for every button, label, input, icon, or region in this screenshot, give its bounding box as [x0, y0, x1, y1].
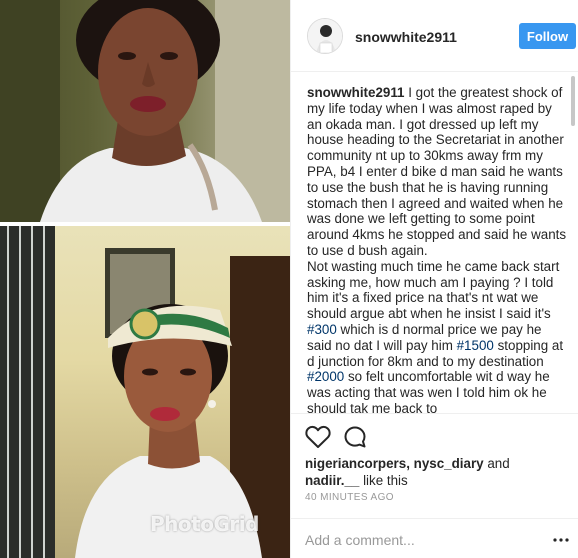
post-author-username[interactable]: snowwhite2911 — [355, 29, 457, 45]
likes-like-this-text: like this — [359, 473, 408, 488]
caption-text-5: so felt uncomfortable wit d way he was a… — [307, 369, 550, 413]
likes-summary: nigeriancorpers, nysc_diary and nadiir._… — [305, 455, 567, 489]
post-panel: snowwhite2911 Follow snowwhite2911 I got… — [290, 0, 578, 558]
ellipsis-icon[interactable] — [553, 533, 569, 547]
portrait-illustration-top — [0, 0, 290, 222]
photo-bottom-selfie — [0, 226, 290, 558]
follow-button[interactable]: Follow — [519, 23, 576, 49]
portrait-illustration-bottom — [0, 226, 290, 558]
heart-outline-icon[interactable] — [305, 425, 331, 449]
hashtag-300[interactable]: #300 — [307, 322, 337, 337]
caption-text-1: I got the greatest shock of my life toda… — [307, 85, 567, 258]
comment-input[interactable] — [305, 530, 555, 550]
caption-area: snowwhite2911 I got the greatest shock o… — [291, 73, 578, 413]
hashtag-1500[interactable]: #1500 — [457, 338, 494, 353]
liked-by-other-user[interactable]: nadiir.__ — [305, 473, 359, 488]
caption-scroll-thumb[interactable] — [571, 76, 575, 126]
likes-and-text: and — [483, 456, 510, 471]
post-actions — [291, 413, 578, 457]
avatar-image — [308, 19, 342, 53]
post-caption: snowwhite2911 I got the greatest shock o… — [307, 85, 567, 413]
photo-top-selfie — [0, 0, 290, 222]
caption-scrollbar[interactable] — [571, 76, 575, 412]
comment-box — [291, 518, 578, 558]
caption-username[interactable]: snowwhite2911 — [307, 85, 405, 100]
photogrid-watermark: PhotoGrid — [150, 512, 259, 536]
post-header: snowwhite2911 Follow — [291, 0, 578, 72]
caption-text-2: Not wasting much time he came back start… — [307, 258, 560, 322]
post-timestamp[interactable]: 40 MINUTES AGO — [305, 492, 394, 503]
speech-bubble-icon[interactable] — [343, 425, 367, 449]
hashtag-2000[interactable]: #2000 — [307, 369, 344, 384]
liked-by-users[interactable]: nigeriancorpers, nysc_diary — [305, 456, 484, 471]
post-photo[interactable]: PhotoGrid — [0, 0, 290, 558]
avatar[interactable] — [307, 18, 343, 54]
